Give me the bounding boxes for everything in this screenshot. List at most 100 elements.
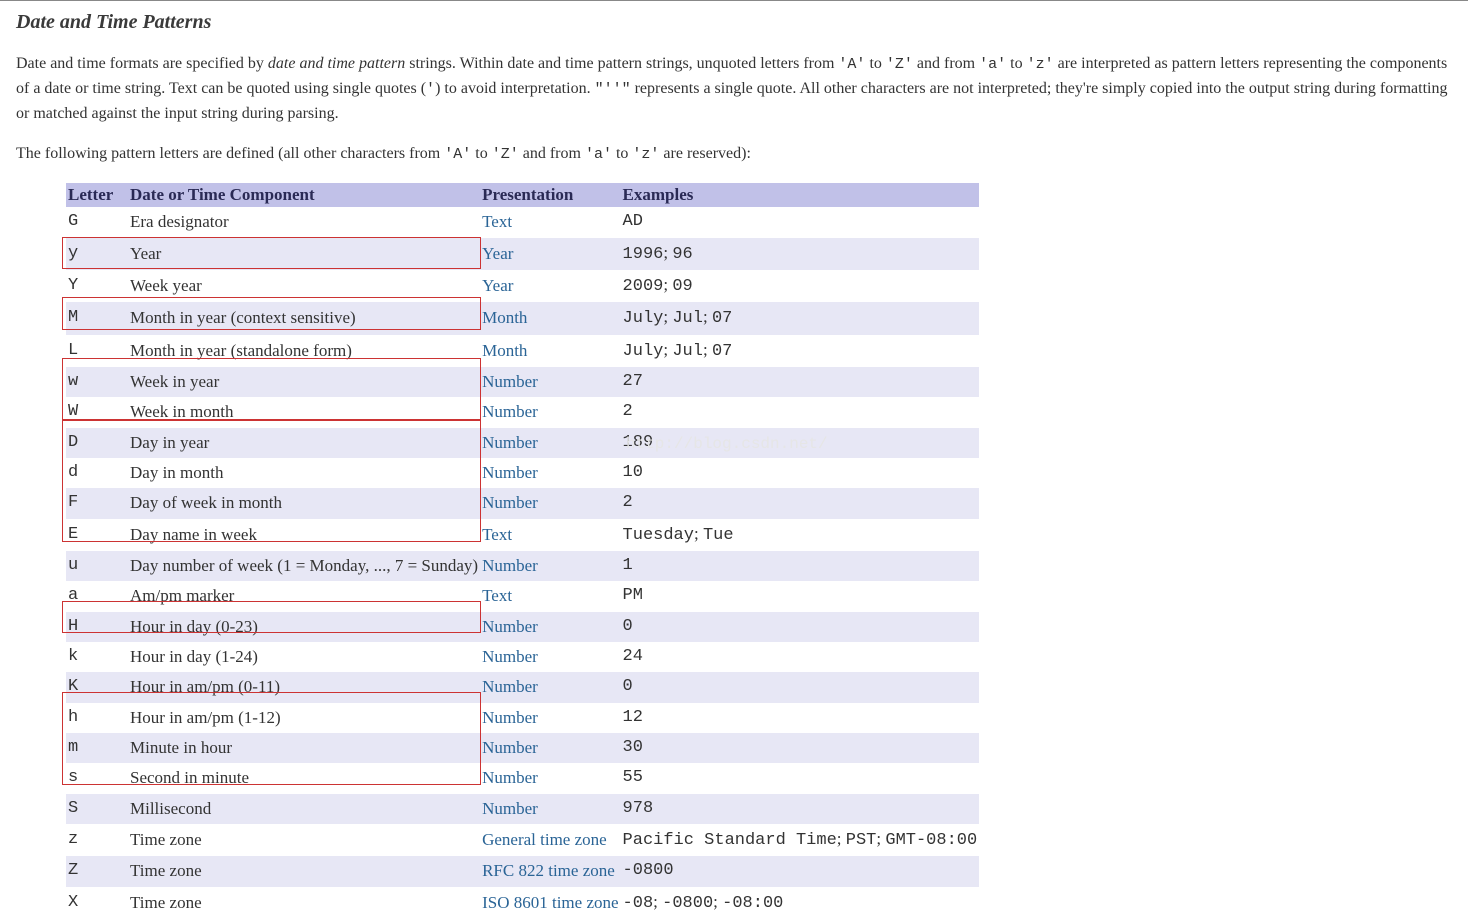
code: 'Z' (492, 146, 519, 163)
text: to (612, 145, 632, 162)
cell-letter: a (66, 581, 128, 611)
cell-presentation[interactable]: Number (480, 733, 620, 763)
cell-letter: H (66, 612, 128, 642)
table-header-row: Letter Date or Time Component Presentati… (66, 183, 979, 207)
cell-letter: Y (66, 270, 128, 302)
cell-component: Month in year (context sensitive) (128, 302, 480, 334)
text: and from (519, 145, 585, 162)
cell-examples: 2 (621, 397, 980, 427)
text: are reserved): (659, 145, 751, 162)
cell-presentation[interactable]: ISO 8601 time zone (480, 887, 620, 913)
cell-letter: W (66, 397, 128, 427)
cell-letter: E (66, 519, 128, 551)
table-row: HHour in day (0-23)Number0 (66, 612, 979, 642)
table-row: mMinute in hourNumber30 (66, 733, 979, 763)
cell-letter: d (66, 458, 128, 488)
cell-component: Am/pm marker (128, 581, 480, 611)
cell-letter: M (66, 302, 128, 334)
table-row: MMonth in year (context sensitive)MonthJ… (66, 302, 979, 334)
cell-presentation[interactable]: Month (480, 302, 620, 334)
cell-examples: 189 (621, 428, 980, 458)
cell-examples: 0 (621, 672, 980, 702)
code: 'A' (444, 146, 471, 163)
cell-examples: 55 (621, 763, 980, 793)
cell-letter: h (66, 703, 128, 733)
table-row: YWeek yearYear2009; 09 (66, 270, 979, 302)
table-row: yYearYear1996; 96 (66, 238, 979, 270)
cell-component: Time zone (128, 856, 480, 886)
cell-component: Week in year (128, 367, 480, 397)
table-row: DDay in yearNumber189 (66, 428, 979, 458)
cell-examples: 0 (621, 612, 980, 642)
cell-examples: -0800 (621, 856, 980, 886)
cell-presentation[interactable]: Number (480, 367, 620, 397)
cell-examples: 27 (621, 367, 980, 397)
cell-examples: 1 (621, 551, 980, 581)
section-title: Date and Time Patterns (16, 11, 1452, 34)
cell-presentation[interactable]: Number (480, 794, 620, 824)
cell-examples: PM (621, 581, 980, 611)
text: Date and time formats are specified by (16, 55, 268, 72)
cell-letter: S (66, 794, 128, 824)
cell-examples: 30 (621, 733, 980, 763)
cell-component: Year (128, 238, 480, 270)
cell-letter: u (66, 551, 128, 581)
cell-examples: -08; -0800; -08:00 (621, 887, 980, 913)
cell-presentation[interactable]: RFC 822 time zone (480, 856, 620, 886)
cell-presentation[interactable]: Text (480, 207, 620, 237)
cell-presentation[interactable]: Text (480, 519, 620, 551)
col-examples: Examples (621, 183, 980, 207)
code: 'z' (1027, 56, 1054, 73)
cell-component: Hour in day (0-23) (128, 612, 480, 642)
table-row: KHour in am/pm (0-11)Number0 (66, 672, 979, 702)
cell-component: Millisecond (128, 794, 480, 824)
text: to (865, 55, 885, 72)
col-presentation: Presentation (480, 183, 620, 207)
cell-letter: m (66, 733, 128, 763)
text: ) to avoid interpretation. (435, 80, 595, 97)
cell-component: Time zone (128, 887, 480, 913)
table-row: ZTime zoneRFC 822 time zone-0800 (66, 856, 979, 886)
cell-letter: w (66, 367, 128, 397)
cell-letter: y (66, 238, 128, 270)
emphasis: date and time pattern (268, 55, 405, 72)
table-row: EDay name in weekTextTuesday; Tue (66, 519, 979, 551)
text: strings. Within date and time pattern st… (405, 55, 838, 72)
pattern-table-wrap: Letter Date or Time Component Presentati… (66, 183, 1452, 913)
pattern-table: Letter Date or Time Component Presentati… (66, 183, 979, 913)
cell-component: Week year (128, 270, 480, 302)
cell-presentation[interactable]: Text (480, 581, 620, 611)
cell-component: Day number of week (1 = Monday, ..., 7 =… (128, 551, 480, 581)
code: "''" (595, 81, 631, 98)
table-row: dDay in monthNumber10 (66, 458, 979, 488)
cell-letter: Z (66, 856, 128, 886)
cell-component: Week in month (128, 397, 480, 427)
text: to (471, 145, 491, 162)
cell-presentation[interactable]: Number (480, 488, 620, 518)
cell-component: Second in minute (128, 763, 480, 793)
cell-presentation[interactable]: Number (480, 397, 620, 427)
intro-paragraph-1: Date and time formats are specified by d… (16, 52, 1452, 126)
cell-presentation[interactable]: Month (480, 335, 620, 367)
cell-presentation[interactable]: Number (480, 551, 620, 581)
code: 'A' (838, 56, 865, 73)
cell-presentation[interactable]: Number (480, 612, 620, 642)
cell-presentation[interactable]: Number (480, 642, 620, 672)
table-row: wWeek in yearNumber27 (66, 367, 979, 397)
cell-presentation[interactable]: Number (480, 763, 620, 793)
table-row: XTime zoneISO 8601 time zone-08; -0800; … (66, 887, 979, 913)
cell-presentation[interactable]: Number (480, 703, 620, 733)
cell-presentation[interactable]: Year (480, 238, 620, 270)
cell-presentation[interactable]: Number (480, 672, 620, 702)
cell-examples: 1996; 96 (621, 238, 980, 270)
code: ' (426, 81, 435, 98)
cell-presentation[interactable]: Number (480, 428, 620, 458)
cell-presentation[interactable]: Year (480, 270, 620, 302)
cell-examples: 978 (621, 794, 980, 824)
table-row: SMillisecondNumber978 (66, 794, 979, 824)
cell-presentation[interactable]: Number (480, 458, 620, 488)
intro-paragraph-2: The following pattern letters are define… (16, 142, 1452, 167)
cell-letter: K (66, 672, 128, 702)
cell-examples: 2 (621, 488, 980, 518)
table-row: GEra designatorTextAD (66, 207, 979, 237)
